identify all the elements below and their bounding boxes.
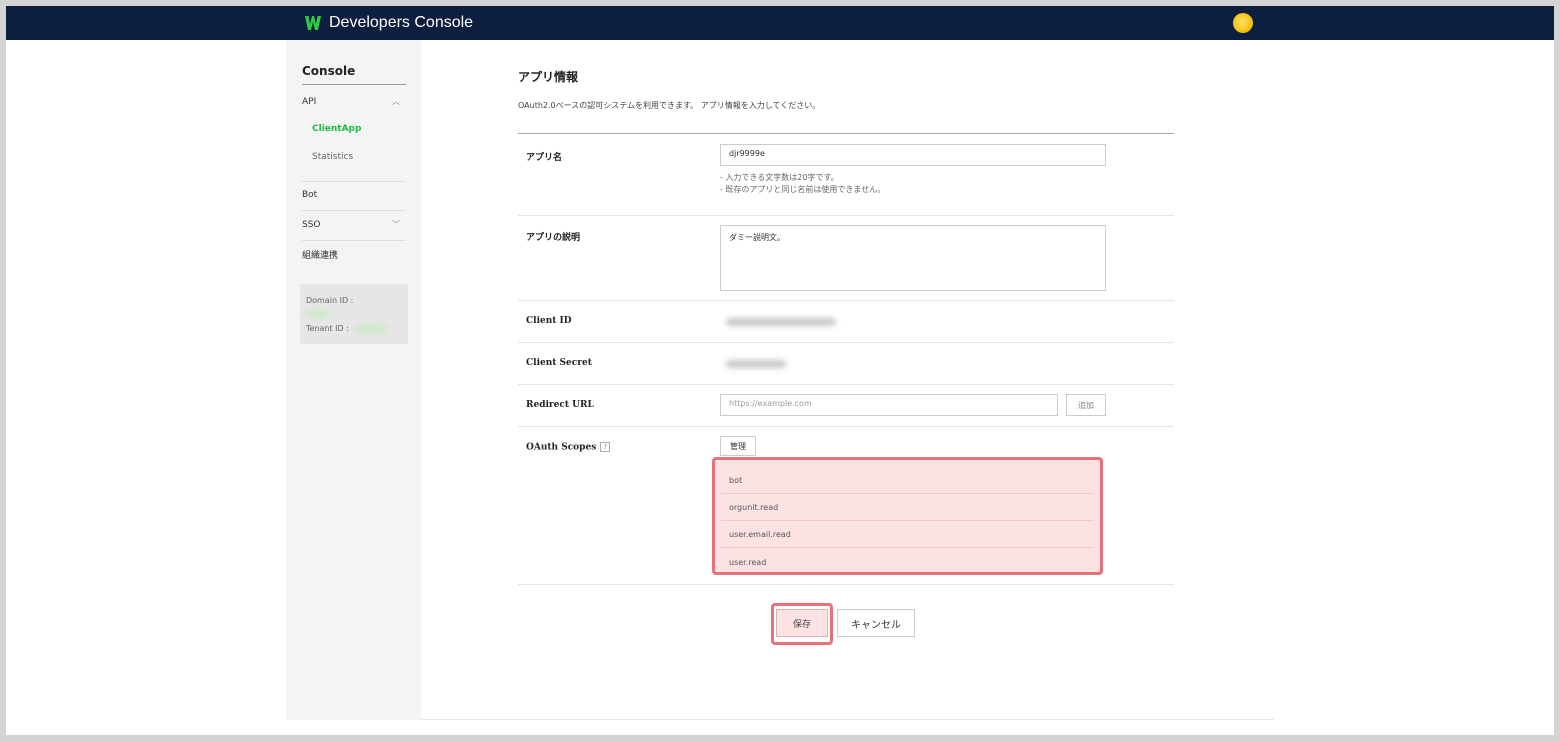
page-title: アプリ情報 xyxy=(518,70,579,84)
client-id-value xyxy=(726,318,836,326)
client-id-label: Client ID xyxy=(526,316,572,326)
sidebar-item-label: 組織連携 xyxy=(302,251,339,261)
sidebar-item-org[interactable]: 組織連携 xyxy=(302,248,406,261)
sidebar-item-sso[interactable]: SSO ﹀ xyxy=(302,219,406,230)
scope-item: user.read xyxy=(729,557,767,567)
id-info-box: Domain ID : Tenant ID : xyxy=(300,284,408,344)
oauth-scopes-label: OAuth Scopes? xyxy=(526,442,611,453)
save-button[interactable]: 保存 xyxy=(776,609,828,637)
chevron-down-icon: ﹀ xyxy=(392,220,400,229)
app-desc-label: アプリの説明 xyxy=(526,233,581,243)
sidebar-item-statistics[interactable]: Statistics xyxy=(312,152,353,162)
add-url-button[interactable]: 追加 xyxy=(1066,394,1106,416)
row-divider xyxy=(518,215,1174,216)
client-secret-label: Client Secret xyxy=(526,358,592,368)
scope-item: user.email.read xyxy=(721,522,1094,548)
app-name-hint-1: - 入力できる文字数は20字です。 xyxy=(720,173,839,182)
sidebar-item-label: SSO xyxy=(302,219,321,230)
manage-scopes-button[interactable]: 管理 xyxy=(720,436,756,456)
sidebar-title: Console xyxy=(302,64,406,85)
works-logo-icon xyxy=(304,15,322,31)
tenant-id-value xyxy=(355,324,388,333)
tenant-id-label: Tenant ID : xyxy=(306,324,349,333)
top-bar: Developers Console xyxy=(6,6,1554,40)
tenant-id-row: Tenant ID : xyxy=(306,324,388,333)
app-name-input[interactable]: djr9999e xyxy=(720,144,1106,166)
sidebar-item-label: API xyxy=(302,96,317,107)
client-secret-value xyxy=(726,360,786,368)
footer-divider xyxy=(421,719,1274,720)
sidebar-divider xyxy=(302,210,406,211)
row-divider xyxy=(518,584,1174,585)
brand[interactable]: Developers Console xyxy=(304,11,473,35)
sidebar-item-api[interactable]: API ︿ xyxy=(302,96,406,107)
brand-title: Developers Console xyxy=(329,14,474,31)
cancel-button[interactable]: キャンセル xyxy=(837,609,915,637)
app-name-hint-2: - 既存のアプリと同じ名前は使用できません。 xyxy=(720,185,886,194)
chevron-up-icon: ︿ xyxy=(392,97,400,106)
sidebar-divider xyxy=(302,181,406,182)
sidebar: Console API ︿ ClientApp Statistics Bot S… xyxy=(286,40,421,720)
user-avatar[interactable] xyxy=(1233,13,1253,33)
redirect-url-label: Redirect URL xyxy=(526,400,594,410)
domain-id-label: Domain ID : xyxy=(306,296,354,305)
domain-id-value xyxy=(306,309,328,318)
sidebar-item-clientapp[interactable]: ClientApp xyxy=(312,124,361,134)
oauth-scopes-label-text: OAuth Scopes xyxy=(526,442,597,453)
row-divider xyxy=(518,426,1174,427)
scope-list: bot orgunit.read user.email.read user.re… xyxy=(712,457,1103,575)
page-description: OAuth2.0ベースの認可システムを利用できます。 アプリ情報を入力してくださ… xyxy=(518,101,821,110)
sidebar-divider xyxy=(302,240,406,241)
redirect-url-input[interactable]: https://example.com xyxy=(720,394,1058,416)
sidebar-item-bot[interactable]: Bot xyxy=(302,190,406,200)
row-divider xyxy=(518,384,1174,385)
help-icon[interactable]: ? xyxy=(600,442,611,452)
section-divider xyxy=(518,133,1174,134)
app-window: Developers Console Console API ︿ ClientA… xyxy=(6,6,1554,735)
row-divider xyxy=(518,300,1174,301)
row-divider xyxy=(518,342,1174,343)
scope-item: bot xyxy=(721,468,1094,494)
app-name-label: アプリ名 xyxy=(526,153,563,163)
scope-item: orgunit.read xyxy=(721,495,1094,521)
sidebar-item-label: Bot xyxy=(302,190,318,200)
app-desc-textarea[interactable]: ダミー説明文。 xyxy=(720,225,1106,291)
